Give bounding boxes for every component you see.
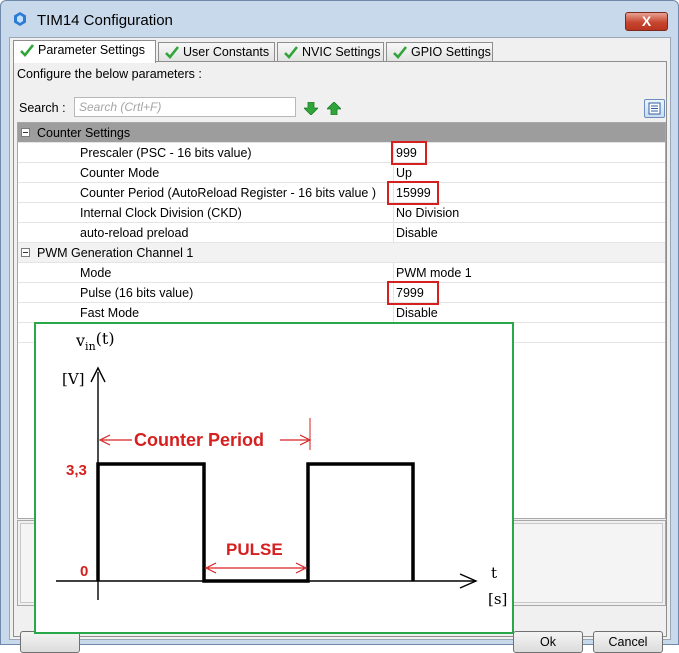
param-name: Prescaler (PSC - 16 bits value) bbox=[80, 146, 252, 160]
hidden-button[interactable] bbox=[20, 631, 80, 653]
group-label: Counter Settings bbox=[37, 126, 131, 140]
tab-label: GPIO Settings bbox=[411, 45, 491, 59]
counter-period-label: Counter Period bbox=[134, 430, 264, 450]
highlight-box-counter-period bbox=[387, 181, 439, 205]
check-icon bbox=[284, 46, 299, 59]
list-view-icon bbox=[648, 102, 661, 115]
table-row-auto-reload-preload[interactable]: auto-reload preload Disable bbox=[18, 223, 665, 243]
param-name: Pulse (16 bits value) bbox=[80, 286, 194, 300]
level-low-label: 0 bbox=[80, 563, 88, 580]
arrow-up-icon[interactable] bbox=[327, 102, 341, 115]
list-view-button[interactable] bbox=[644, 99, 665, 118]
tab-label: User Constants bbox=[183, 45, 270, 59]
param-value[interactable]: PWM mode 1 bbox=[396, 266, 472, 280]
param-name: Counter Mode bbox=[80, 166, 160, 180]
table-row-prescaler[interactable]: Prescaler (PSC - 16 bits value) 999 bbox=[18, 143, 665, 163]
collapse-icon[interactable] bbox=[21, 128, 30, 137]
x-unit-label: [s] bbox=[488, 590, 507, 608]
highlight-box-prescaler bbox=[391, 141, 427, 165]
param-value[interactable]: Disable bbox=[396, 226, 438, 240]
table-row-fast-mode[interactable]: Fast Mode Disable bbox=[18, 303, 665, 323]
tab-nvic-settings[interactable]: NVIC Settings bbox=[277, 42, 384, 62]
param-value[interactable]: Up bbox=[396, 166, 412, 180]
group-label: PWM Generation Channel 1 bbox=[37, 246, 194, 260]
tab-gpio-settings[interactable]: GPIO Settings bbox=[386, 42, 493, 62]
x-axis-label: t bbox=[491, 564, 497, 582]
pwm-signal-trace bbox=[96, 462, 415, 583]
param-name: auto-reload preload bbox=[80, 226, 189, 240]
table-row-clock-division[interactable]: Internal Clock Division (CKD) No Divisio… bbox=[18, 203, 665, 223]
title-bar[interactable]: TIM14 Configuration X bbox=[1, 1, 678, 35]
tab-label: NVIC Settings bbox=[302, 45, 381, 59]
param-value[interactable]: No Division bbox=[396, 206, 459, 220]
param-name: Fast Mode bbox=[80, 306, 140, 320]
param-name: Mode bbox=[80, 266, 112, 280]
arrow-down-icon[interactable] bbox=[304, 102, 318, 115]
configure-label: Configure the below parameters : bbox=[17, 67, 202, 81]
ok-button[interactable]: Ok bbox=[513, 631, 583, 653]
param-name: Internal Clock Division (CKD) bbox=[80, 206, 242, 220]
pulse-label: PULSE bbox=[226, 540, 283, 559]
table-row-mode[interactable]: Mode PWM mode 1 bbox=[18, 263, 665, 283]
table-row-pulse[interactable]: Pulse (16 bits value) 7999 bbox=[18, 283, 665, 303]
search-input[interactable] bbox=[74, 97, 296, 117]
close-button[interactable]: X bbox=[625, 12, 668, 31]
tab-user-constants[interactable]: User Constants bbox=[158, 42, 275, 62]
collapse-icon[interactable] bbox=[21, 248, 30, 257]
tab-label: Parameter Settings bbox=[38, 43, 145, 57]
window-title: TIM14 Configuration bbox=[37, 12, 173, 29]
highlight-box-pulse bbox=[387, 281, 439, 305]
waveform-svg: vin(t) [V] t [s] 3,3 0 Counter Period PU… bbox=[56, 329, 507, 608]
pwm-waveform-diagram: vin(t) [V] t [s] 3,3 0 Counter Period PU… bbox=[34, 322, 514, 634]
cancel-button[interactable]: Cancel bbox=[593, 631, 663, 653]
table-row-counter-mode[interactable]: Counter Mode Up bbox=[18, 163, 665, 183]
level-high-label: 3,3 bbox=[66, 462, 87, 479]
table-row-counter-period[interactable]: Counter Period (AutoReload Register - 16… bbox=[18, 183, 665, 203]
group-row-counter-settings[interactable]: Counter Settings bbox=[18, 123, 665, 143]
tab-parameter-settings[interactable]: Parameter Settings bbox=[13, 40, 156, 63]
param-name: Counter Period (AutoReload Register - 16… bbox=[80, 186, 376, 200]
app-hexagon-icon bbox=[14, 12, 26, 26]
y-unit-label: [V] bbox=[62, 370, 85, 388]
group-row-pwm-channel-1[interactable]: PWM Generation Channel 1 bbox=[18, 243, 665, 263]
y-axis-label: vin(t) bbox=[75, 329, 115, 353]
check-icon bbox=[165, 46, 180, 59]
check-icon bbox=[20, 44, 35, 57]
param-value[interactable]: Disable bbox=[396, 306, 438, 320]
check-icon bbox=[393, 46, 408, 59]
search-label: Search : bbox=[19, 101, 66, 115]
